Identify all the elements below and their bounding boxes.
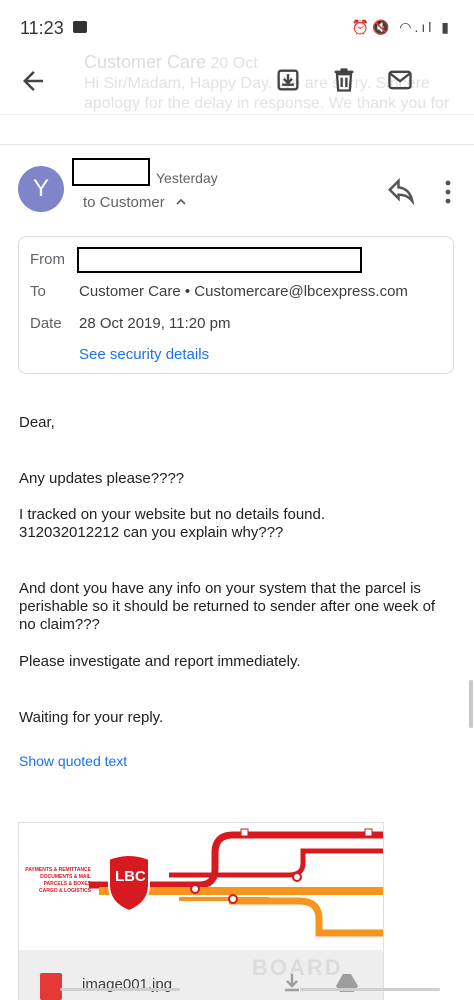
- to-value: Customer Care • Customercare@lbcexpress.…: [79, 283, 408, 300]
- delete-icon[interactable]: [330, 66, 358, 94]
- security-details-link[interactable]: See security details: [79, 346, 209, 363]
- service-item: CARGO & LOGISTICS: [39, 888, 91, 894]
- lbc-logo-text: LBC: [115, 868, 146, 885]
- scrollbar[interactable]: [469, 680, 473, 728]
- thread-divider: [0, 144, 474, 145]
- reply-icon[interactable]: [386, 176, 416, 206]
- date-label: Date: [30, 315, 62, 332]
- download-icon[interactable]: [282, 972, 302, 992]
- service-item: PAYMENTS & REMITTANCE: [25, 867, 91, 873]
- body-line-info-2: perishable so it should be returned to s…: [19, 598, 436, 615]
- body-line-info-3: no claim???: [19, 616, 100, 633]
- date-value: 28 Oct 2019, 11:20 pm: [79, 315, 231, 332]
- more-options-icon[interactable]: [438, 178, 458, 206]
- body-line-waiting: Waiting for your reply.: [19, 709, 164, 726]
- status-icons: ⏰🔇 ◠.ıl ▮: [351, 19, 452, 35]
- body-line-updates: Any updates please????: [19, 470, 185, 487]
- from-label: From: [30, 251, 65, 268]
- service-item: PARCELS & BOXES: [43, 881, 91, 887]
- back-arrow-icon[interactable]: [18, 66, 48, 96]
- body-line-tracking-number: 312032012212 can you explain why???: [19, 524, 284, 541]
- avatar[interactable]: Y: [18, 166, 64, 212]
- toolbar-divider: [0, 114, 474, 115]
- nav-gesture-bar: [300, 988, 440, 991]
- recipient-label: to Customer: [83, 194, 165, 211]
- recipient-toggle[interactable]: to Customer: [83, 194, 187, 211]
- faded-date: 20 Oct: [210, 55, 258, 72]
- body-line-investigate: Please investigate and report immediatel…: [19, 653, 301, 670]
- show-quoted-text-link[interactable]: Show quoted text: [19, 753, 127, 769]
- body-line-info-1: And dont you have any info on your syste…: [19, 580, 421, 597]
- status-bar: 11:23 ⏰🔇 ◠.ıl ▮: [0, 0, 474, 52]
- redacted-sender-name: [72, 158, 150, 186]
- body-greeting: Dear,: [19, 414, 55, 431]
- mark-unread-icon[interactable]: [386, 66, 414, 94]
- archive-icon[interactable]: [274, 66, 302, 94]
- gallery-icon: [73, 21, 87, 33]
- nav-gesture-bar: [60, 988, 180, 991]
- status-time: 11:23: [20, 18, 64, 38]
- body-line-tracked: I tracked on your website but no details…: [19, 506, 326, 523]
- redacted-from-address: [77, 247, 362, 273]
- service-item: DOCUMENTS & MAIL: [40, 874, 91, 880]
- message-date: Yesterday: [156, 170, 218, 186]
- lbc-services-list: PAYMENTS & REMITTANCE DOCUMENTS & MAIL P…: [21, 867, 91, 895]
- faded-sender: Customer Care: [84, 52, 207, 72]
- to-label: To: [30, 283, 46, 300]
- image-file-icon: [40, 973, 62, 1000]
- chevron-up-icon: [176, 198, 186, 205]
